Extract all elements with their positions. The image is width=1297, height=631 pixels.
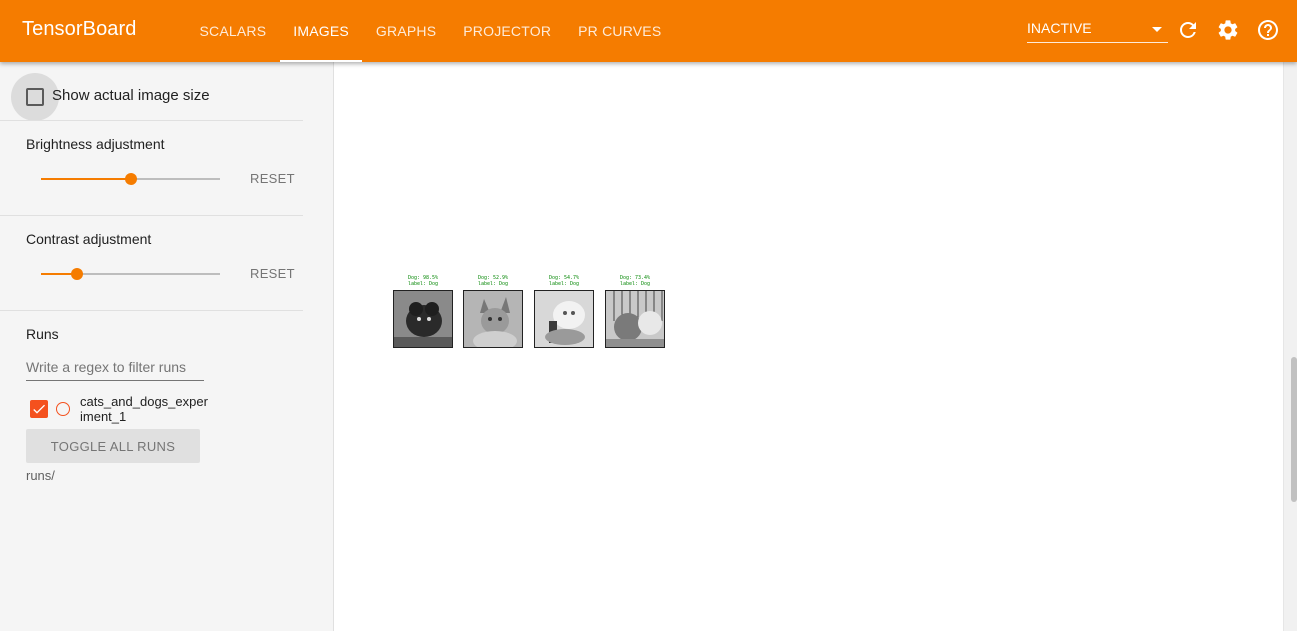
brightness-reset-button[interactable]: RESET bbox=[250, 171, 295, 186]
tab-graphs[interactable]: GRAPHS bbox=[362, 0, 449, 62]
image-thumbnail[interactable]: Dog: 73.4% label: Dog bbox=[605, 275, 665, 348]
run-filter-input[interactable] bbox=[26, 353, 204, 381]
app-title: TensorBoard bbox=[22, 18, 137, 40]
image-caption: Dog: 54.7% label: Dog bbox=[548, 275, 580, 287]
run-checkbox[interactable] bbox=[30, 400, 48, 418]
dashboard-tabs: SCALARS IMAGES GRAPHS PROJECTOR PR CURVE… bbox=[186, 0, 675, 62]
runs-title: Runs bbox=[26, 326, 59, 342]
section-divider bbox=[0, 310, 303, 311]
contrast-label: Contrast adjustment bbox=[26, 231, 152, 247]
reload-state-value: INACTIVE bbox=[1027, 20, 1092, 36]
sidebar: Show actual image size Brightness adjust… bbox=[0, 62, 334, 631]
gear-icon[interactable] bbox=[1216, 18, 1240, 42]
slider-knob[interactable] bbox=[125, 173, 137, 185]
reload-state-dropdown[interactable]: INACTIVE bbox=[1027, 17, 1168, 43]
run-color-radio[interactable] bbox=[56, 402, 70, 416]
section-divider bbox=[0, 215, 303, 216]
chevron-down-icon bbox=[1152, 27, 1162, 32]
image-thumbnail[interactable]: Dog: 98.5% label: Dog bbox=[393, 275, 453, 348]
check-icon bbox=[33, 404, 45, 414]
cat-image bbox=[393, 290, 453, 348]
run-name: cats_and_dogs_experiment_1 bbox=[80, 394, 208, 424]
scrollbar-thumb[interactable] bbox=[1291, 357, 1297, 502]
brightness-label: Brightness adjustment bbox=[26, 136, 165, 152]
tab-projector[interactable]: PROJECTOR bbox=[450, 0, 565, 62]
brightness-slider[interactable] bbox=[41, 169, 220, 189]
cat-image bbox=[605, 290, 665, 348]
tab-images[interactable]: IMAGES bbox=[279, 0, 363, 62]
toggle-all-runs-button[interactable]: TOGGLE ALL RUNS bbox=[26, 429, 200, 463]
refresh-icon[interactable] bbox=[1176, 18, 1200, 42]
help-icon[interactable] bbox=[1256, 18, 1280, 42]
image-caption: Dog: 73.4% label: Dog bbox=[619, 275, 651, 287]
cat-image bbox=[534, 290, 594, 348]
top-app-bar: TensorBoard SCALARS IMAGES GRAPHS PROJEC… bbox=[0, 0, 1297, 62]
images-dashboard: Dog: 98.5% label: Dog Dog: 52.9% label: Do… bbox=[334, 62, 1283, 631]
image-thumbnail[interactable]: Dog: 54.7% label: Dog bbox=[534, 275, 594, 348]
show-actual-size-label[interactable]: Show actual image size bbox=[52, 87, 210, 104]
section-divider bbox=[0, 120, 303, 121]
contrast-reset-button[interactable]: RESET bbox=[250, 266, 295, 281]
slider-fill bbox=[41, 178, 131, 180]
tab-scalars[interactable]: SCALARS bbox=[186, 0, 280, 62]
main-scrollbar[interactable] bbox=[1283, 62, 1297, 631]
cat-image bbox=[463, 290, 523, 348]
image-thumbnail[interactable]: Dog: 52.9% label: Dog bbox=[463, 275, 523, 348]
show-actual-size-checkbox[interactable] bbox=[26, 88, 44, 106]
image-caption: Dog: 98.5% label: Dog bbox=[407, 275, 439, 287]
runs-directory: runs/ bbox=[26, 468, 55, 483]
tab-pr-curves[interactable]: PR CURVES bbox=[565, 0, 675, 62]
image-caption: Dog: 52.9% label: Dog bbox=[477, 275, 509, 287]
slider-knob[interactable] bbox=[71, 268, 83, 280]
contrast-slider[interactable] bbox=[41, 264, 220, 284]
